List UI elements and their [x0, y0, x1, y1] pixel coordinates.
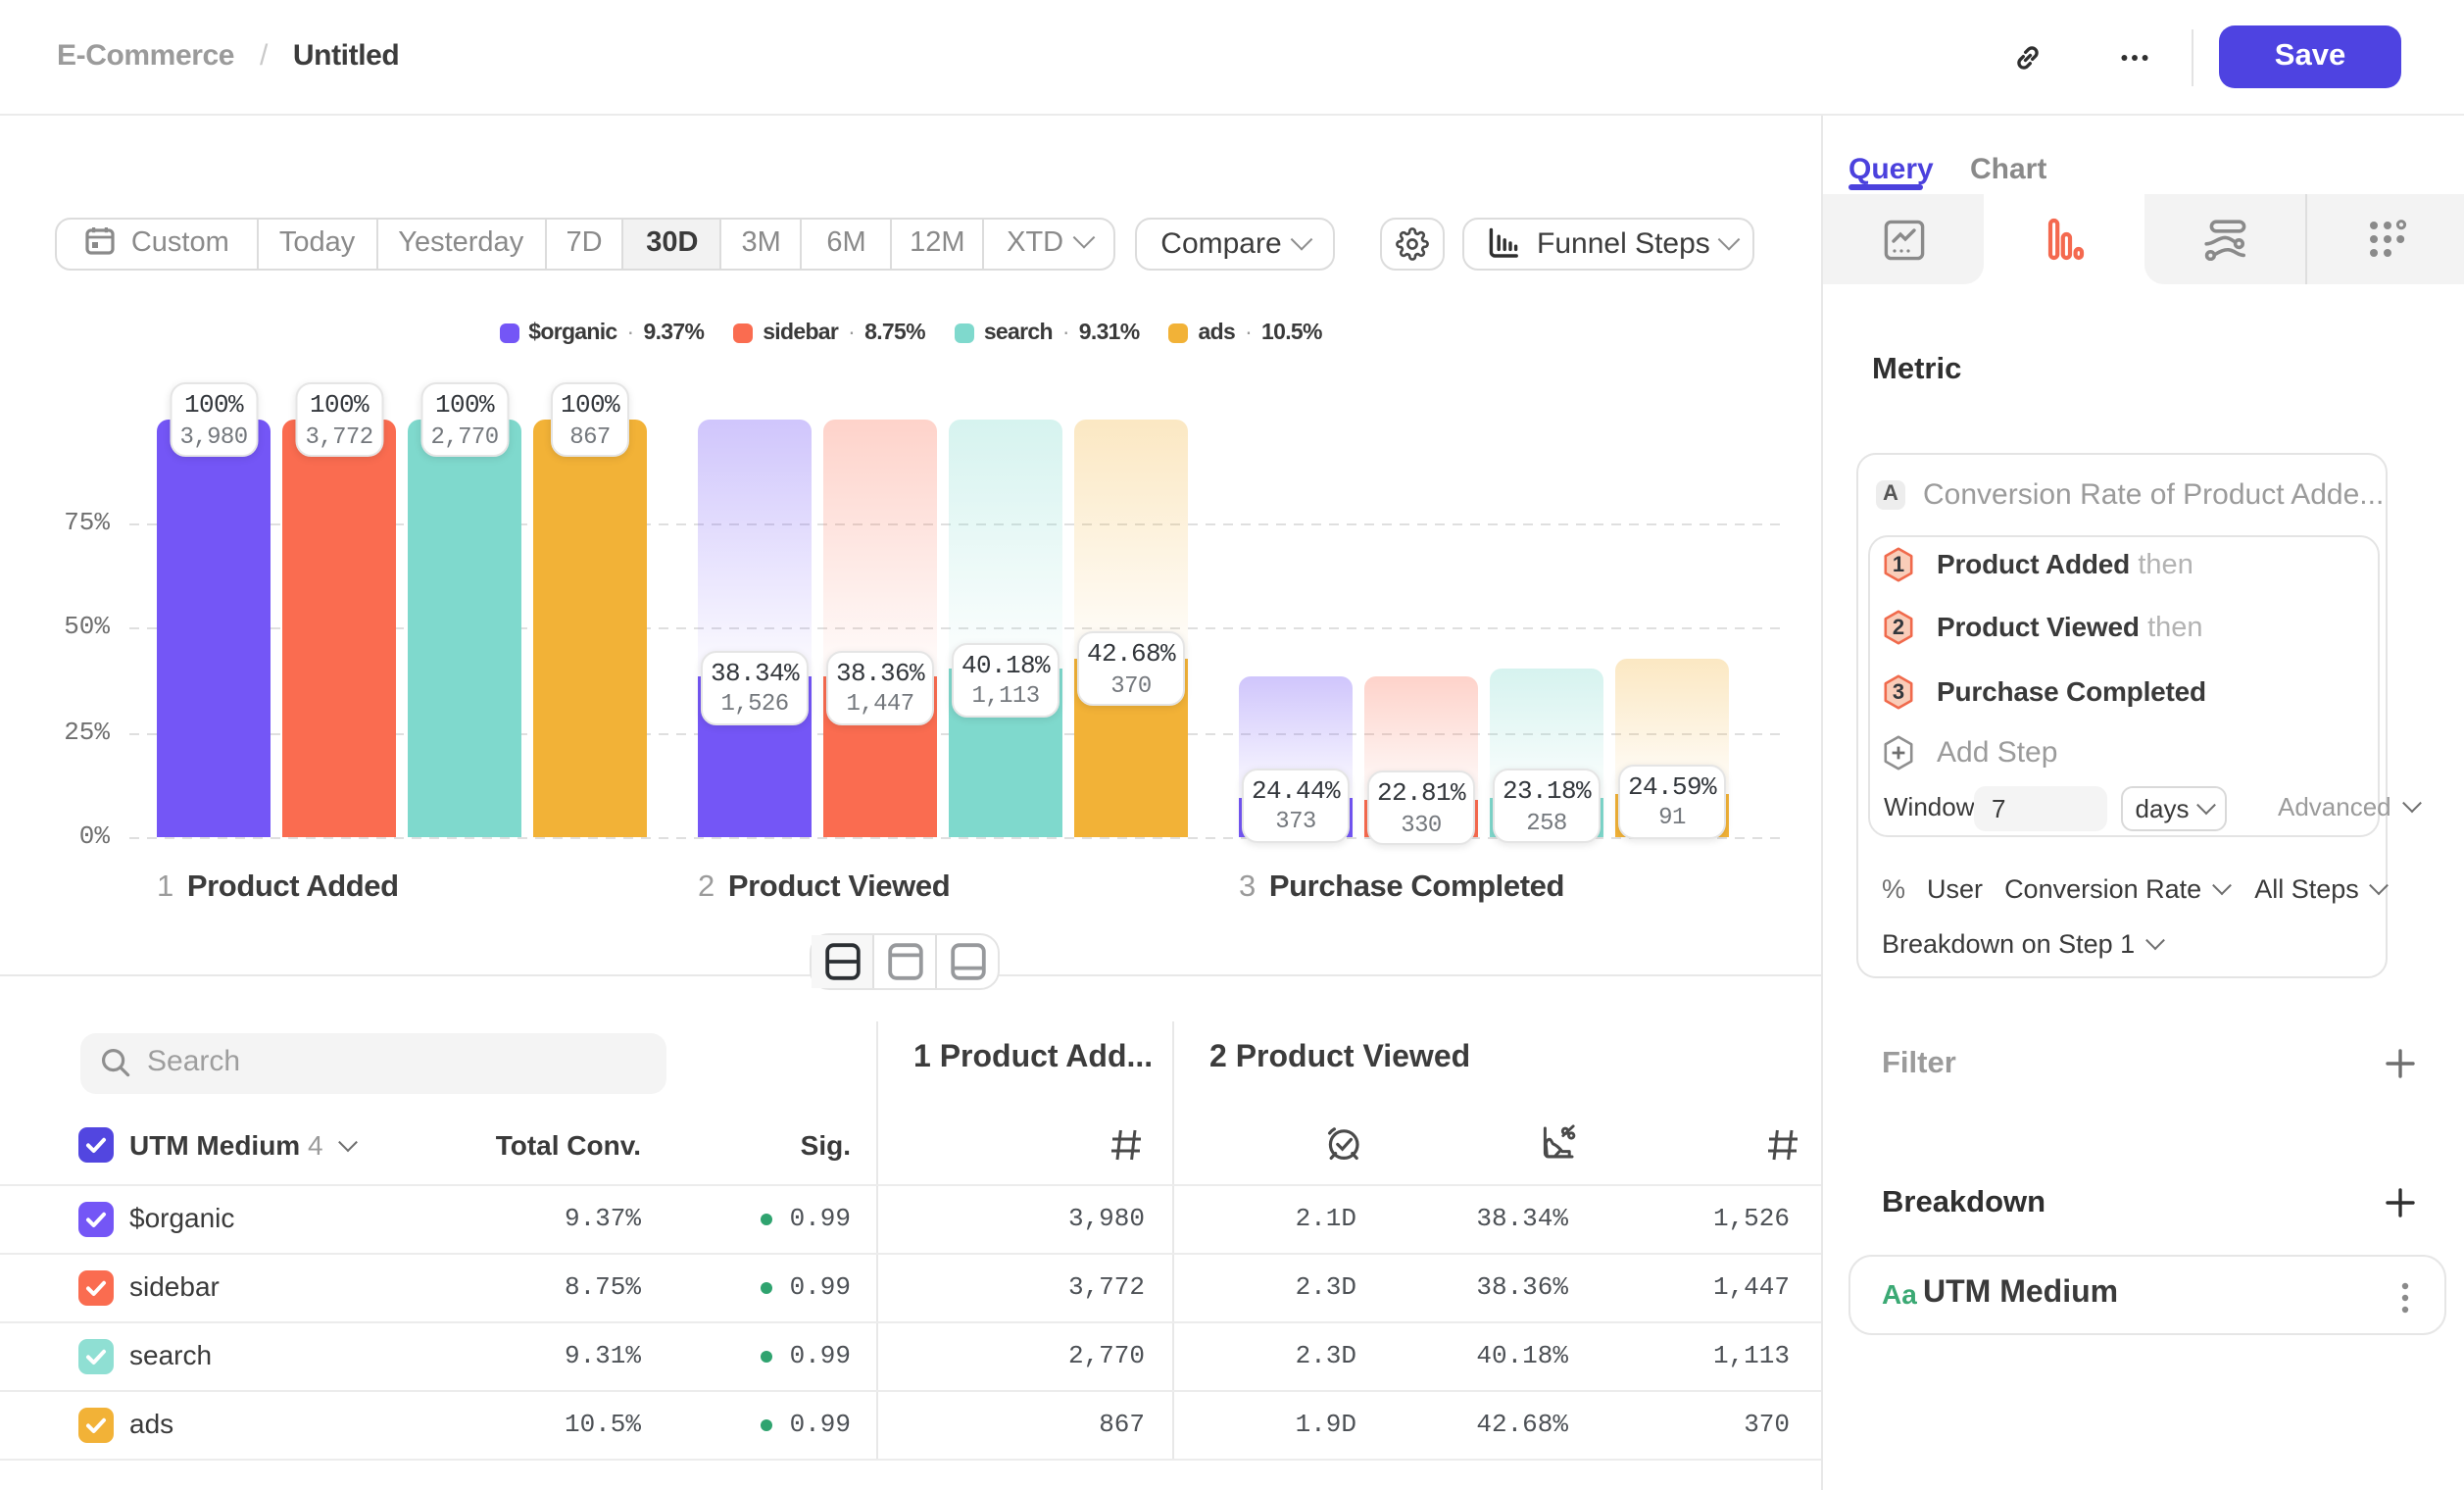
svg-text:2: 2	[1893, 615, 1904, 639]
svg-text:1: 1	[1893, 552, 1904, 576]
svg-text:3: 3	[1893, 679, 1904, 704]
